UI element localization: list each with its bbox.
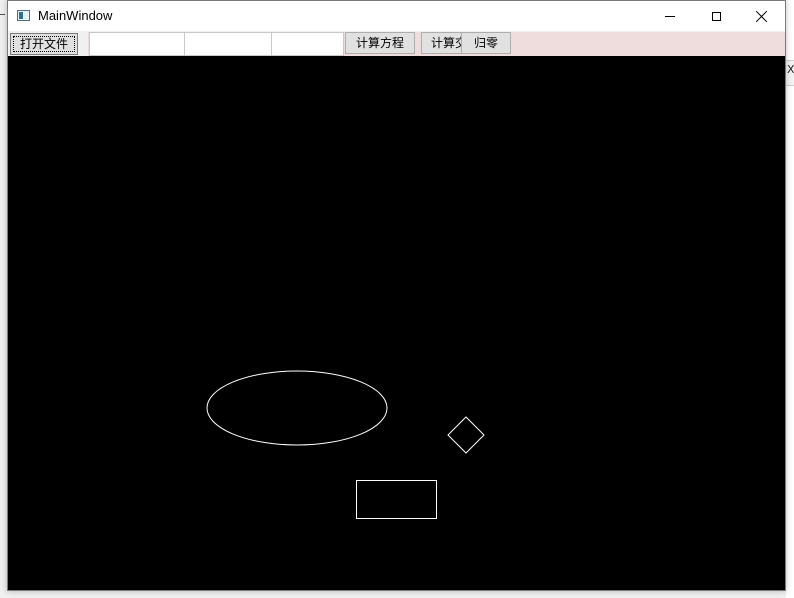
input-field-2[interactable] xyxy=(184,32,272,56)
background-window-text: X xyxy=(787,63,794,76)
maximize-icon xyxy=(711,11,721,21)
rectangle-shape xyxy=(356,480,437,519)
reset-button[interactable]: 归零 xyxy=(461,32,511,54)
app-window-icon xyxy=(17,10,30,21)
background-line xyxy=(0,14,5,15)
minimize-button[interactable] xyxy=(647,1,693,31)
close-button[interactable] xyxy=(739,1,785,31)
drawing-canvas[interactable] xyxy=(8,56,785,590)
open-file-button[interactable]: 打开文件 xyxy=(10,33,78,55)
close-icon xyxy=(756,10,768,22)
maximize-button[interactable] xyxy=(693,1,739,31)
main-window: MainWindow 打开文件 计算方程 计算交 归零 xyxy=(7,0,786,591)
calculate-equation-button[interactable]: 计算方程 xyxy=(345,32,415,54)
canvas-svg xyxy=(206,370,485,519)
toolbar: 打开文件 计算方程 计算交 归零 xyxy=(8,31,785,56)
input-field-1[interactable] xyxy=(89,32,185,56)
input-field-3[interactable] xyxy=(271,32,344,56)
window-title: MainWindow xyxy=(38,8,113,23)
desktop-background-right xyxy=(786,0,794,598)
minimize-icon xyxy=(665,15,675,17)
title-bar[interactable]: MainWindow xyxy=(8,1,785,31)
ellipse-shape xyxy=(206,370,388,446)
diamond-shape xyxy=(447,416,485,454)
